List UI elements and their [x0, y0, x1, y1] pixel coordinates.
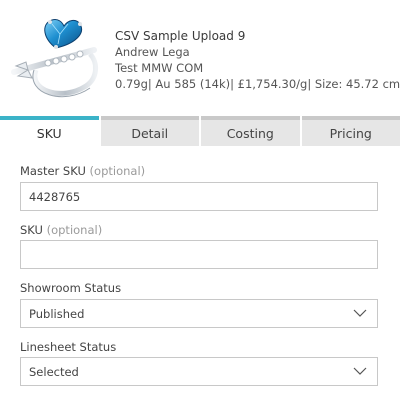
- tab-costing[interactable]: Costing: [201, 116, 300, 146]
- sku-input[interactable]: [20, 240, 378, 269]
- showroom-status-value: Published: [29, 306, 85, 321]
- master-sku-optional: (optional): [89, 164, 146, 178]
- product-designer: Andrew Lega: [115, 45, 190, 59]
- master-sku-label-text: Master SKU: [20, 164, 86, 178]
- tab-detail[interactable]: Detail: [100, 116, 199, 146]
- sku-label: SKU (optional): [20, 223, 102, 237]
- product-thumbnail[interactable]: [6, 10, 106, 104]
- tab-pricing[interactable]: Pricing: [301, 116, 400, 146]
- product-title: CSV Sample Upload 9: [115, 29, 246, 43]
- chevron-down-icon: [353, 367, 367, 375]
- master-sku-value: 4428765: [29, 189, 81, 204]
- tab-bar: SKU Detail Costing Pricing: [0, 116, 400, 146]
- sku-label-text: SKU: [20, 223, 43, 237]
- chevron-down-icon: [353, 309, 367, 317]
- product-details: 0.79g| Au 585 (14k)| £1,754.30/g| Size: …: [115, 77, 400, 91]
- linesheet-status-select[interactable]: Selected: [20, 357, 378, 386]
- showroom-status-select[interactable]: Published: [20, 299, 378, 328]
- linesheet-status-label: Linesheet Status: [20, 340, 117, 354]
- master-sku-label: Master SKU (optional): [20, 164, 145, 178]
- linesheet-status-value: Selected: [29, 364, 79, 379]
- showroom-status-label: Showroom Status: [20, 281, 122, 295]
- product-account: Test MMW COM: [115, 61, 204, 75]
- product-header: CSV Sample Upload 9 Andrew Lega Test MMW…: [0, 0, 400, 116]
- sku-optional: (optional): [46, 223, 103, 237]
- tab-sku[interactable]: SKU: [0, 116, 99, 146]
- master-sku-input[interactable]: 4428765: [20, 182, 378, 211]
- product-info: CSV Sample Upload 9 Andrew Lega Test MMW…: [115, 28, 400, 92]
- heart-ring-image: [11, 19, 98, 98]
